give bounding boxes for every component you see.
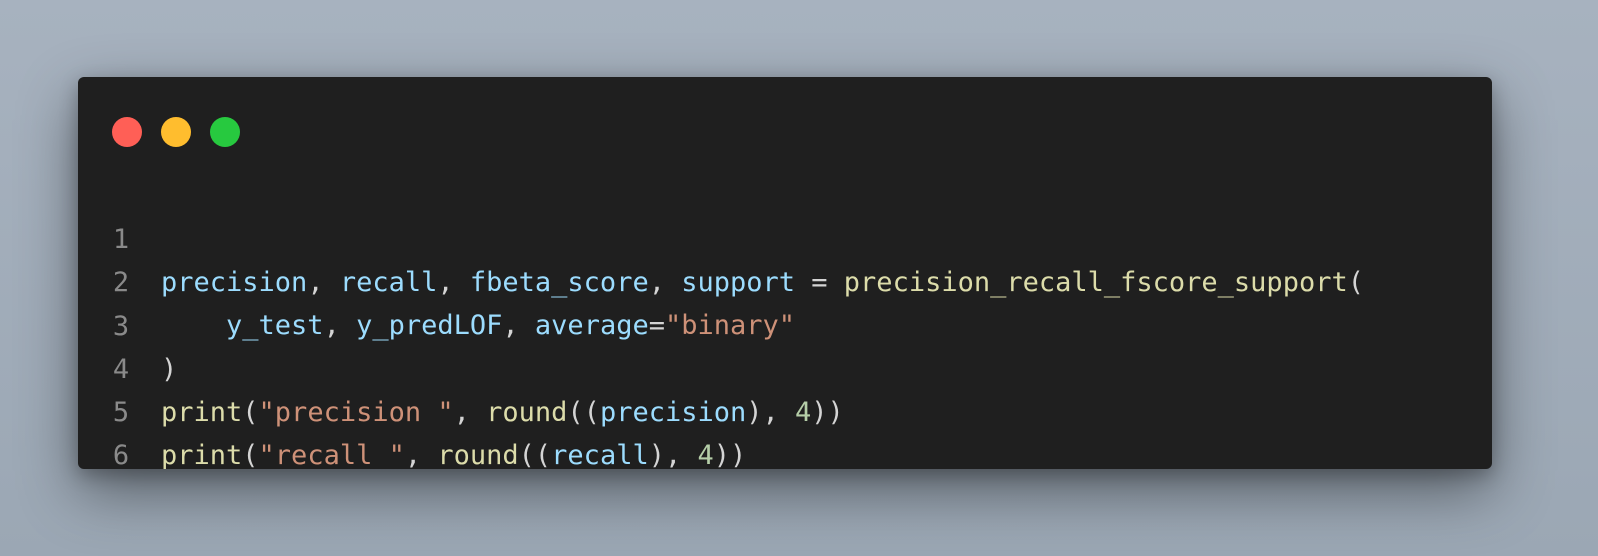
code-line: 4 print("precision ", round((precision),… [78, 305, 1492, 428]
code-window: 1 precision, recall, fbeta_score, suppor… [78, 77, 1492, 469]
minimize-dot-icon[interactable] [161, 117, 191, 147]
close-dot-icon[interactable] [112, 117, 142, 147]
code-token: , [404, 440, 438, 469]
code-line: 1 precision, recall, fbeta_score, suppor… [78, 175, 1492, 298]
code-block: 1 precision, recall, fbeta_score, suppor… [78, 175, 1492, 469]
code-token: )) [713, 440, 747, 469]
code-token: "recall " [258, 440, 405, 469]
code-line: 2 y_test, y_predLOF, average="binary" [78, 218, 1492, 341]
code-line: 6 print("F1 score on Test", round((fbeta… [78, 391, 1492, 469]
code-token: round [437, 440, 519, 469]
code-token: ), [648, 440, 698, 469]
line-number: 6 [112, 440, 130, 469]
code-text: print("recall ", round((recall), 4)) [161, 434, 746, 469]
code-line: 5 print("recall ", round((recall), 4)) [78, 348, 1492, 469]
code-token: 4 [697, 440, 714, 469]
code-line: 3 ) [78, 262, 1492, 385]
code-token: (( [518, 440, 552, 469]
code-token: recall [551, 440, 649, 469]
code-token: ( [242, 440, 259, 469]
maximize-dot-icon[interactable] [210, 117, 240, 147]
